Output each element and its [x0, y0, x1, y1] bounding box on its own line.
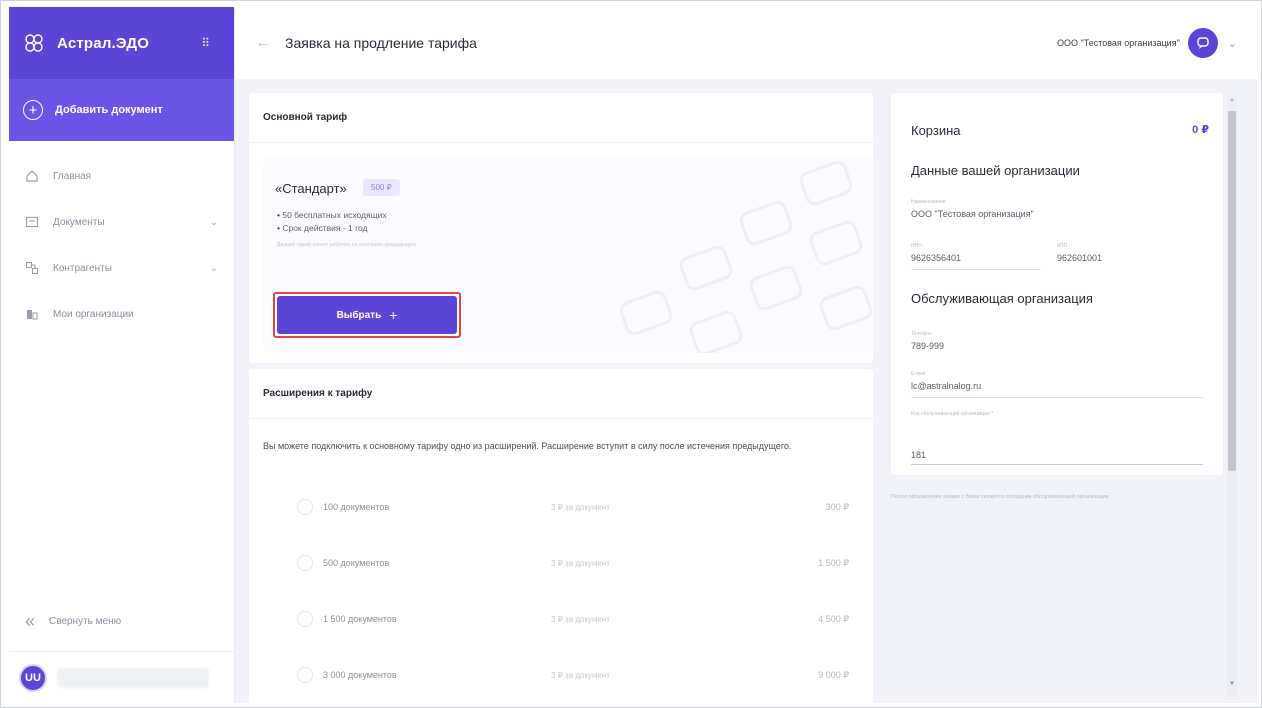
sidebar-item-documents[interactable]: Документы ⌄ [9, 199, 234, 245]
documents-icon [25, 215, 39, 229]
page-header: ← Заявка на продление тарифа ООО "Тестов… [235, 7, 1257, 79]
arrow-left-icon[interactable]: ← [255, 34, 271, 52]
add-document-button[interactable]: + Добавить документ [9, 79, 234, 141]
decorative-envelopes-pattern [619, 160, 873, 353]
apps-grid-icon[interactable]: ⠿ [201, 36, 210, 50]
extension-price: 1 500 ₽ [818, 557, 849, 568]
extension-price: 300 ₽ [825, 501, 849, 512]
chat-bubble-icon [1197, 37, 1209, 49]
choose-tariff-button[interactable]: Выбрать + [277, 296, 457, 334]
plus-icon: + [389, 307, 398, 323]
extension-price: 4 500 ₽ [818, 613, 849, 624]
kpp-value: 962601001 [1057, 253, 1103, 263]
extensions-description: Вы можете подключить к основному тарифу … [263, 441, 792, 451]
main-content: Основной тариф «Стандарт» 500 ₽ • 50 бес… [235, 79, 1257, 703]
phone-label: Телефон [911, 331, 932, 337]
plus-circle-icon: + [23, 100, 43, 120]
extension-docs: 100 документов [323, 502, 390, 512]
scroll-up-arrow-icon[interactable]: ▲ [1228, 97, 1236, 103]
inn-value: 9626356401 [911, 253, 962, 263]
sidebar-item-label: Документы [53, 216, 105, 228]
sidebar-nav: Главная Документы ⌄ Контрагенты ⌄ Мои ор… [9, 141, 234, 337]
extension-per-doc: 3 ₽ за документ [551, 502, 610, 512]
email-label: E-mail [911, 371, 926, 377]
chevron-down-icon[interactable]: ⌄ [210, 263, 218, 274]
sidebar: Астрал.ЭДО ⠿ + Добавить документ Главная… [9, 7, 235, 703]
user-name-blurred [57, 667, 209, 688]
home-icon [25, 169, 39, 183]
extensions-heading: Расширения к тарифу [249, 369, 873, 419]
basket-footnote: После оформления заявки с Вами свяжется … [891, 494, 1109, 500]
sidebar-item-my-organizations[interactable]: Мои организации [9, 291, 234, 337]
radio-button[interactable] [297, 667, 313, 683]
avatar[interactable]: UU [19, 663, 47, 692]
tariff-feature: Срок действия - 1 год [277, 222, 387, 235]
basket-title: Корзина [911, 123, 961, 138]
collapse-menu-button[interactable]: « Свернуть меню [9, 601, 234, 641]
service-org-heading: Обслуживающая организация [911, 291, 1093, 306]
divider [911, 269, 1041, 270]
brand-name: Астрал.ЭДО [57, 34, 150, 52]
kpp-label: КПП [1057, 243, 1068, 249]
chevron-down-icon[interactable]: ⌄ [1228, 37, 1237, 50]
astral-logo-icon [25, 34, 43, 52]
radio-button[interactable] [297, 499, 313, 515]
extension-docs: 500 документов [323, 558, 390, 568]
tariff-feature: 50 бесплатных исходящих [277, 209, 386, 222]
radio-button[interactable] [297, 555, 313, 571]
scrollbar[interactable]: ▲ ▼ [1227, 97, 1237, 697]
add-document-label: Добавить документ [55, 104, 163, 116]
extension-per-doc: 3 ₽ за документ [551, 614, 610, 624]
page-title: Заявка на продление тарифа [285, 35, 477, 51]
choose-button-label: Выбрать [336, 309, 382, 321]
tariff-price-badge: 500 ₽ [363, 179, 400, 196]
divider [911, 397, 1203, 398]
chevron-down-icon[interactable]: ⌄ [210, 217, 218, 228]
brand-bar: Астрал.ЭДО ⠿ [9, 7, 234, 79]
organization-avatar[interactable] [1187, 28, 1218, 58]
extension-price: 9 000 ₽ [818, 669, 849, 680]
counterparties-icon [25, 261, 39, 275]
extension-option[interactable]: 500 документов 3 ₽ за документ 1 500 ₽ [263, 545, 873, 581]
collapse-menu-label: Свернуть меню [49, 615, 122, 627]
double-chevron-left-icon: « [25, 610, 36, 631]
sidebar-item-label: Главная [53, 170, 92, 182]
email-value: lc@astralnalog.ru [911, 381, 982, 391]
main-tariff-heading: Основной тариф [249, 93, 873, 143]
tariff-name: «Стандарт» [275, 181, 347, 196]
app-window: Астрал.ЭДО ⠿ + Добавить документ Главная… [0, 0, 1262, 708]
service-code-label: Код обслуживающей организации * [911, 411, 994, 417]
sidebar-item-counterparties[interactable]: Контрагенты ⌄ [9, 245, 234, 291]
extension-option[interactable]: 100 документов 3 ₽ за документ 300 ₽ [263, 489, 873, 525]
phone-value: 789-999 [911, 341, 945, 351]
inn-label: ИНН [911, 243, 922, 249]
service-code-input[interactable] [911, 445, 1203, 465]
extension-docs: 3 000 документов [323, 670, 397, 680]
extension-per-doc: 3 ₽ за документ [551, 670, 610, 680]
extension-per-doc: 3 ₽ за документ [551, 558, 610, 568]
sidebar-item-label: Контрагенты [53, 262, 112, 274]
radio-button[interactable] [297, 611, 313, 627]
tariff-features: 50 бесплатных исходящих Срок действия - … [277, 209, 387, 235]
org-data-heading: Данные вашей организации [911, 163, 1080, 178]
user-profile[interactable]: UU [9, 651, 234, 703]
organizations-icon [25, 307, 39, 321]
tariff-note: Данный тариф начнет работать по окончани… [277, 242, 416, 248]
scroll-down-arrow-icon[interactable]: ▼ [1228, 681, 1236, 687]
basket-panel: Корзина 0 ₽ Данные вашей организации Наи… [891, 93, 1223, 475]
organization-selector-label[interactable]: ООО "Тестовая организация" [1057, 38, 1180, 48]
basket-total: 0 ₽ [1192, 124, 1209, 136]
extension-option[interactable]: 1 500 документов 3 ₽ за документ 4 500 ₽ [263, 601, 873, 637]
org-name-label: Наименование [911, 199, 946, 205]
extensions-card: Расширения к тарифу Вы можете подключить… [249, 369, 873, 703]
sidebar-item-home[interactable]: Главная [9, 153, 234, 199]
sidebar-item-label: Мои организации [53, 308, 134, 320]
scrollbar-thumb[interactable] [1228, 111, 1236, 471]
extension-option[interactable]: 3 000 документов 3 ₽ за документ 9 000 ₽ [263, 657, 873, 693]
org-name-value: ООО "Тестовая организация" [911, 209, 1034, 219]
extension-docs: 1 500 документов [323, 614, 397, 624]
